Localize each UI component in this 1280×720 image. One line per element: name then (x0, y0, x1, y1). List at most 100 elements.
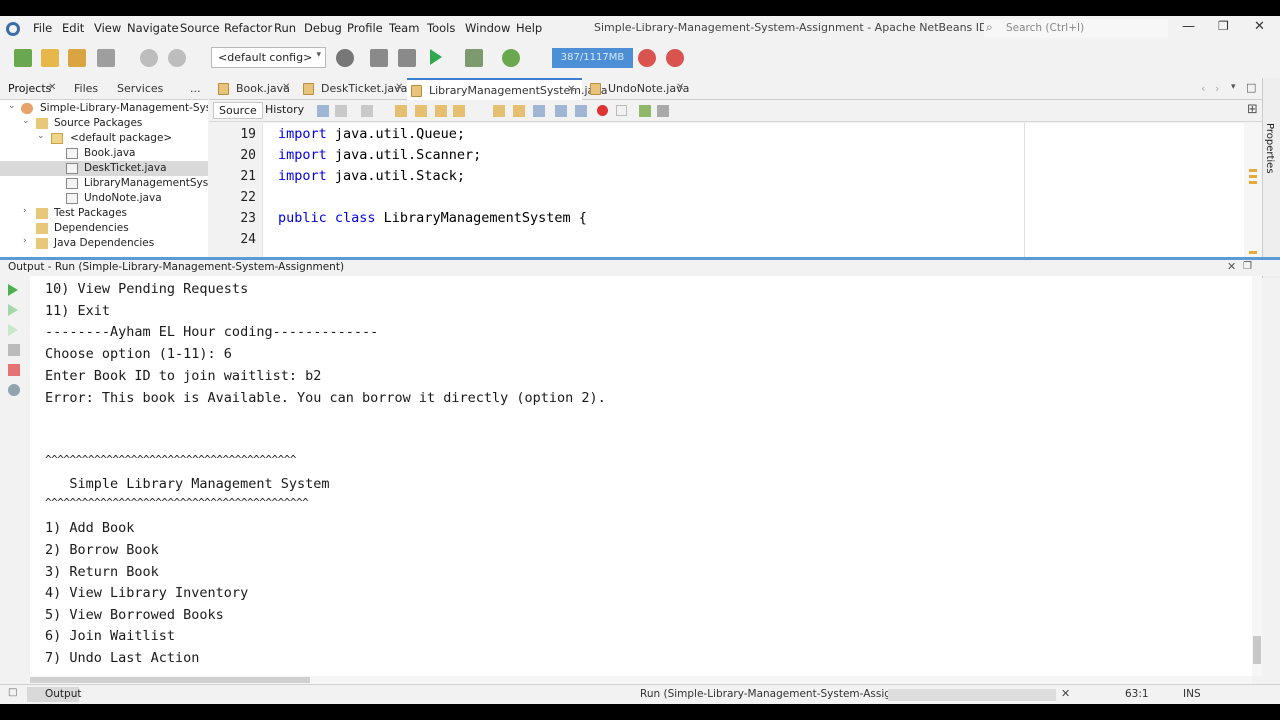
chevron-down-icon[interactable]: ▾ (1231, 82, 1236, 92)
menu-navigate[interactable]: Navigate (127, 21, 179, 35)
chevron-down-icon[interactable]: ⌄ (22, 116, 30, 126)
find-selection-icon[interactable] (453, 105, 465, 117)
stop-icon[interactable] (8, 344, 20, 356)
clean-build-icon[interactable] (398, 49, 416, 67)
rerun-icon[interactable] (8, 284, 18, 296)
terminate-icon[interactable] (8, 364, 20, 376)
chevron-right-icon[interactable]: › (1215, 82, 1219, 95)
redo-icon[interactable] (168, 49, 186, 67)
chevron-down-icon[interactable]: ⌄ (8, 101, 16, 111)
prev-bookmark-icon[interactable] (493, 105, 505, 117)
close-icon[interactable]: ✕ (567, 84, 575, 95)
next-bookmark-icon[interactable] (513, 105, 525, 117)
source-button[interactable]: Source (213, 102, 263, 119)
tab-librarymanagementsystem-java[interactable]: LibraryManagementSystem.java ✕ (407, 78, 608, 100)
new-file-icon[interactable] (14, 49, 32, 67)
scroll-thumb[interactable] (1253, 636, 1261, 664)
menu-file[interactable]: File (33, 21, 52, 35)
save-all-icon[interactable] (97, 49, 115, 67)
profile-icon[interactable] (502, 49, 520, 67)
open-project-icon[interactable] (68, 49, 86, 67)
tab-undonote-java[interactable]: UndoNote.java ✕ (586, 78, 689, 100)
find-prev-icon[interactable] (415, 105, 427, 117)
tree-item-source-packages[interactable]: ⌄ Source Packages (0, 116, 208, 131)
forward-icon[interactable] (361, 105, 373, 117)
tree-item-dependencies[interactable]: Dependencies (0, 221, 208, 236)
menu-window[interactable]: Window (465, 21, 510, 35)
maximize-icon[interactable]: ❐ (1218, 19, 1229, 33)
settings-icon[interactable] (8, 384, 20, 396)
tree-item-deskticket-java[interactable]: DeskTicket.java (0, 161, 208, 176)
output-window-tab[interactable]: Output (27, 687, 81, 702)
close-icon[interactable]: ✕ (48, 82, 56, 93)
tree-item-librarymanagementsystem-java[interactable]: LibraryManagementSystem (0, 176, 208, 191)
tree-item-java-dependencies[interactable]: › Java Dependencies (0, 236, 208, 251)
menu-run[interactable]: Run (274, 21, 296, 35)
split-editor-icon[interactable]: ⊞ (1247, 102, 1258, 117)
chevron-left-icon[interactable]: ‹ (1201, 82, 1205, 95)
find-icon[interactable] (395, 105, 407, 117)
chevron-right-icon[interactable]: › (23, 236, 27, 246)
tab-projects[interactable]: Projects (8, 82, 51, 95)
output-console[interactable]: 10) View Pending Requests 11) Exit -----… (30, 276, 1252, 676)
find-next-icon[interactable] (435, 105, 447, 117)
output-horizontal-scrollbar[interactable] (30, 676, 1252, 684)
debug-icon[interactable] (465, 49, 483, 67)
tab-deskticket-java[interactable]: DeskTicket.java ✕ (299, 78, 411, 100)
build-icon[interactable] (370, 49, 388, 67)
tree-item-default-package[interactable]: ⌄ <default package> (0, 131, 208, 146)
chevron-down-icon[interactable]: ⌄ (37, 131, 45, 141)
menu-view[interactable]: View (94, 21, 121, 35)
last-edit-icon[interactable] (317, 105, 329, 117)
tree-item-test-packages[interactable]: › Test Packages (0, 206, 208, 221)
config-select[interactable]: <default config> ▾ (211, 47, 326, 68)
memory-indicator[interactable]: 387/1117MB (552, 48, 633, 68)
close-icon[interactable]: ✕ (395, 82, 403, 93)
tree-item-project[interactable]: ⌄ Simple-Library-Management-System- (0, 101, 208, 116)
shift-right-icon[interactable] (575, 105, 587, 117)
search-field[interactable]: ⌕ Search (Ctrl+I) (984, 19, 1168, 38)
menu-tools[interactable]: Tools (427, 21, 455, 35)
close-icon[interactable]: ✕ (676, 82, 684, 93)
restore-icon[interactable]: ❐ (1243, 261, 1252, 272)
chevron-right-icon[interactable]: › (23, 206, 27, 216)
tree-item-book-java[interactable]: Book.java (0, 146, 208, 161)
new-project-icon[interactable] (41, 49, 59, 67)
menu-refactor[interactable]: Refactor (224, 21, 272, 35)
record-macro-icon[interactable] (597, 105, 608, 116)
minimize-icon[interactable]: — (1182, 19, 1195, 34)
tab-services[interactable]: Services (117, 82, 163, 95)
menu-debug[interactable]: Debug (304, 21, 342, 35)
globe-icon[interactable] (336, 49, 354, 67)
properties-sidebar[interactable]: Properties (1262, 78, 1280, 278)
stop-macro-icon[interactable] (616, 105, 627, 116)
comment-icon[interactable] (639, 105, 651, 117)
maximize-panel-icon[interactable]: □ (1246, 81, 1256, 94)
close-icon[interactable]: ✕ (1227, 260, 1236, 273)
output-vertical-scrollbar[interactable] (1252, 276, 1262, 676)
undo-icon[interactable] (140, 49, 158, 67)
panel-toggle-icon[interactable]: □ (8, 687, 17, 698)
close-window-icon[interactable]: ✕ (1254, 19, 1265, 34)
menu-source[interactable]: Source (180, 21, 220, 35)
tree-item-undonote-java[interactable]: UndoNote.java (0, 191, 208, 206)
uncomment-icon[interactable] (657, 105, 669, 117)
tab-files[interactable]: Files (74, 82, 98, 95)
run-icon[interactable] (430, 49, 442, 65)
gc-all-icon[interactable] (666, 49, 684, 67)
rerun-with-params-icon[interactable] (8, 304, 18, 316)
run-again-icon[interactable] (8, 324, 18, 336)
tab-book-java[interactable]: Book.java ✕ (214, 78, 298, 100)
back-icon[interactable] (335, 105, 347, 117)
history-button[interactable]: History (260, 102, 309, 119)
menu-profile[interactable]: Profile (347, 21, 383, 35)
menu-help[interactable]: Help (516, 21, 542, 35)
close-icon[interactable]: ✕ (282, 82, 290, 93)
menu-edit[interactable]: Edit (62, 21, 84, 35)
editor-scrollbar[interactable] (1244, 123, 1262, 257)
panel-menu-button[interactable]: ... (190, 82, 201, 95)
code-editor[interactable]: import java.util.Queue; import java.util… (262, 123, 1024, 257)
scroll-thumb[interactable] (30, 677, 310, 683)
cancel-task-icon[interactable]: ✕ (1061, 687, 1070, 700)
toggle-bookmark-icon[interactable] (533, 105, 545, 117)
